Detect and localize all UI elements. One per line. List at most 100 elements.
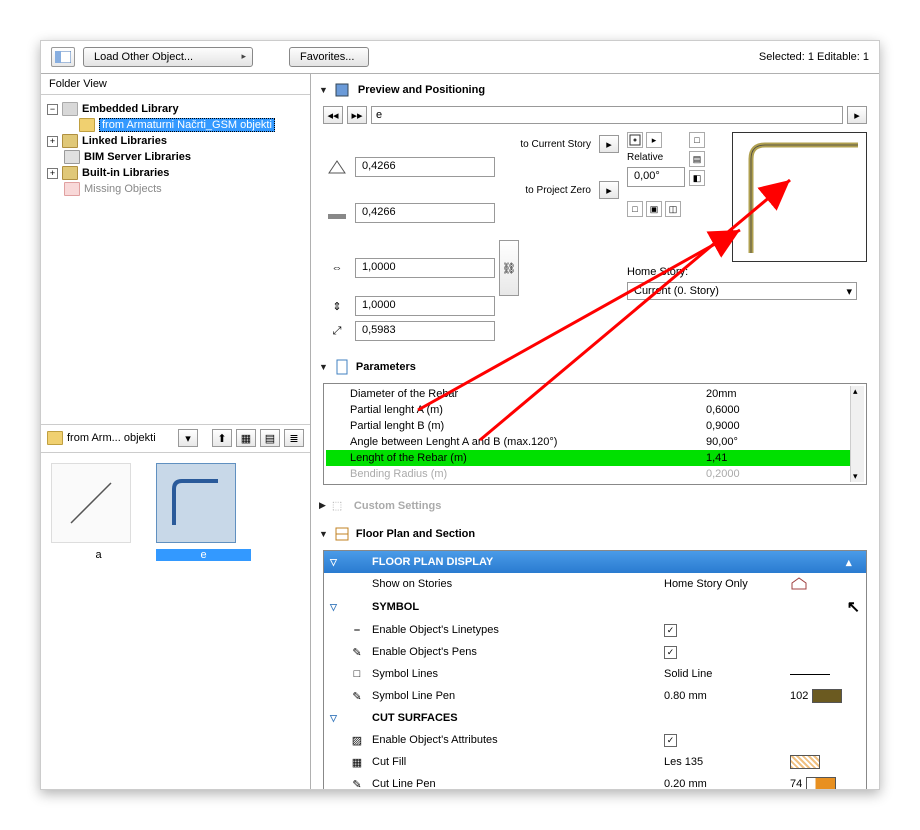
linetype-icon: ⎯: [348, 624, 366, 637]
load-object-button[interactable]: Load Other Object...: [83, 47, 253, 67]
opt-icon[interactable]: ◫: [665, 201, 681, 217]
right-panel: ▼Preview and Positioning ◂◂ ▸▸ e ▸ to Cu…: [311, 74, 879, 789]
label-to-current: to Current Story: [323, 139, 595, 150]
thumb-label: e: [156, 549, 251, 561]
expander-icon[interactable]: +: [47, 168, 58, 179]
param-list[interactable]: Diameter of the Rebar20mmPartial lenght …: [323, 383, 867, 485]
story-dropdown[interactable]: Current (0. Story): [627, 282, 857, 300]
library-tree[interactable]: − Embedded Library from Armaturni Načrti_…: [41, 95, 310, 425]
fps-item[interactable]: ⎯ Enable Object's Linetypes ✓: [324, 619, 866, 641]
param-row[interactable]: Angle between Lenght A and B (max.120°)9…: [326, 434, 864, 450]
fps-item[interactable]: ✎Symbol Line Pen0.80 mm102: [324, 685, 866, 707]
pen-icon: ✎: [348, 690, 366, 703]
fps-group-header[interactable]: ▽CUT SURFACES: [324, 707, 866, 729]
up-folder-icon[interactable]: ⬆: [212, 429, 232, 447]
library-icon: [62, 102, 78, 116]
tree-missing[interactable]: Missing Objects: [84, 183, 162, 195]
section-title: Custom Settings: [354, 500, 441, 512]
checkbox[interactable]: ✓: [664, 624, 677, 637]
missing-icon: [64, 182, 80, 196]
favorites-button[interactable]: Favorites...: [289, 47, 369, 67]
checkbox[interactable]: ✓: [664, 734, 677, 747]
selection-status: Selected: 1 Editable: 1: [759, 51, 869, 63]
expander-icon[interactable]: +: [47, 136, 58, 147]
folder-icon: [79, 118, 95, 132]
link-icon[interactable]: ⛓: [499, 240, 519, 296]
chevron-right-icon[interactable]: ▸: [646, 132, 662, 148]
height-icon: ⇕: [323, 295, 351, 317]
section-toggle[interactable]: ▶⬚Custom Settings: [319, 495, 871, 516]
next-button[interactable]: ▸▸: [347, 106, 367, 124]
param-value: 20mm: [706, 388, 856, 400]
browser-toolbar: from Arm... objekti ▾ ⬆ ▦ ▤ ≣: [41, 425, 310, 453]
z-input-1[interactable]: 0,4266: [355, 157, 495, 177]
fps-item[interactable]: ✎Enable Object's Pens✓: [324, 641, 866, 663]
tree-linked[interactable]: Linked Libraries: [82, 135, 167, 147]
play-button[interactable]: ▸: [847, 106, 867, 124]
height-input[interactable]: 1,0000: [355, 296, 495, 316]
param-row[interactable]: Diameter of the Rebar20mm: [326, 386, 864, 402]
anchor-icon[interactable]: [627, 132, 643, 148]
diagonal-icon: ⤢: [323, 320, 351, 342]
relative-label: Relative: [627, 152, 685, 163]
fps-item[interactable]: ▦Cut FillLes 135: [324, 751, 866, 773]
fps-item[interactable]: ✎Cut Line Pen0.20 mm74: [324, 773, 866, 789]
fps-list: ▽FLOOR PLAN DISPLAY▴ Show on StoriesHome…: [323, 550, 867, 789]
fps-item[interactable]: ▨Enable Object's Attributes✓: [324, 729, 866, 751]
view-icon[interactable]: □: [689, 132, 705, 148]
param-value: 90,00°: [706, 436, 856, 448]
folder-icon: [47, 431, 63, 445]
tree-bim[interactable]: BIM Server Libraries: [84, 151, 191, 163]
fps-group-header[interactable]: ▽SYMBOL↖: [324, 595, 866, 619]
opt-icon[interactable]: □: [627, 201, 643, 217]
tree-embedded[interactable]: Embedded Library: [82, 103, 179, 115]
param-row[interactable]: Partial lenght B (m)0,9000: [326, 418, 864, 434]
line-icon: □: [348, 668, 366, 680]
angle-input[interactable]: 0,00°: [627, 167, 685, 187]
param-value: 0,6000: [706, 404, 856, 416]
chevron-down-icon[interactable]: ▾: [178, 429, 198, 447]
param-row[interactable]: Bending Radius (m)0,2000: [326, 466, 864, 482]
ground-icon: [323, 202, 351, 224]
section-title: Parameters: [356, 361, 416, 373]
layout-icon[interactable]: [51, 47, 75, 67]
view-large-icon[interactable]: ▦: [236, 429, 256, 447]
prev-button[interactable]: ◂◂: [323, 106, 343, 124]
view-icon[interactable]: ◧: [689, 170, 705, 186]
fps-item[interactable]: Show on StoriesHome Story Only: [324, 573, 866, 595]
param-row[interactable]: Partial lenght A (m)0,6000: [326, 402, 864, 418]
chevron-right-icon[interactable]: ▸: [599, 135, 619, 153]
thumb-item[interactable]: a: [51, 463, 146, 780]
fps-group-header[interactable]: ▽FLOOR PLAN DISPLAY▴: [324, 551, 866, 573]
section-toggle[interactable]: ▼Preview and Positioning: [319, 78, 871, 102]
expander-icon[interactable]: −: [47, 104, 58, 115]
pen-icon: ✎: [348, 778, 366, 790]
section-parameters: ▼Parameters Diameter of the Rebar20mmPar…: [319, 355, 871, 489]
param-row[interactable]: Lenght of the Rebar (m)1,41: [326, 450, 864, 466]
view-icon[interactable]: ▤: [689, 151, 705, 167]
fps-icon: [334, 526, 350, 542]
param-value: 1,41: [706, 452, 856, 464]
thumb-browser: a e: [41, 453, 310, 790]
pen-icon: ✎: [348, 646, 366, 659]
scrollbar[interactable]: [850, 386, 864, 482]
fps-label: Enable Object's Linetypes: [372, 624, 658, 636]
view-small-icon[interactable]: ▤: [260, 429, 280, 447]
fps-label: Symbol Lines: [372, 668, 658, 680]
object-name-input[interactable]: e: [371, 106, 843, 124]
section-toggle[interactable]: ▼Parameters: [319, 355, 871, 379]
fill-icon: ▦: [348, 756, 366, 769]
opt-icon[interactable]: ▣: [646, 201, 662, 217]
tree-selected-folder[interactable]: from Armaturni Načrti_GSM objekti: [99, 118, 275, 132]
checkbox[interactable]: ✓: [664, 646, 677, 659]
section-toggle[interactable]: ▼Floor Plan and Section: [319, 522, 871, 546]
thumb-item[interactable]: e: [156, 463, 251, 780]
chevron-right-icon[interactable]: ▸: [599, 181, 619, 199]
fps-item[interactable]: □Symbol LinesSolid Line: [324, 663, 866, 685]
tree-builtin[interactable]: Built-in Libraries: [82, 167, 169, 179]
view-list-icon[interactable]: ≣: [284, 429, 304, 447]
preview-canvas[interactable]: [732, 132, 867, 262]
length-input[interactable]: 0,5983: [355, 321, 495, 341]
width-input[interactable]: 1,0000: [355, 258, 495, 278]
z-input-2[interactable]: 0,4266: [355, 203, 495, 223]
